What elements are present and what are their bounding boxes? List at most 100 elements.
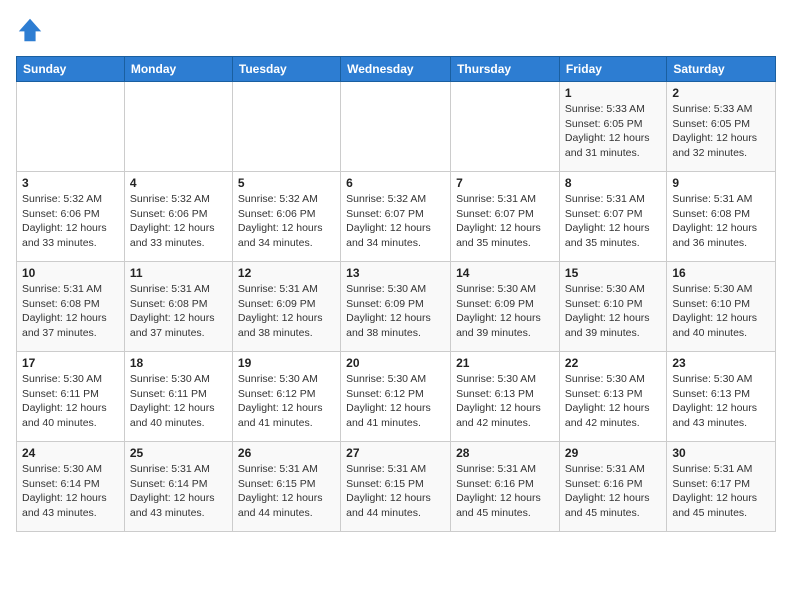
header-row: SundayMondayTuesdayWednesdayThursdayFrid…	[17, 57, 776, 82]
day-info: Sunrise: 5:30 AM Sunset: 6:09 PM Dayligh…	[346, 282, 445, 341]
day-info: Sunrise: 5:31 AM Sunset: 6:07 PM Dayligh…	[456, 192, 554, 251]
day-info: Sunrise: 5:30 AM Sunset: 6:11 PM Dayligh…	[22, 372, 119, 431]
day-cell: 13 Sunrise: 5:30 AM Sunset: 6:09 PM Dayli…	[341, 262, 451, 352]
week-row-4: 24 Sunrise: 5:30 AM Sunset: 6:14 PM Dayli…	[17, 442, 776, 532]
day-cell: 30 Sunrise: 5:31 AM Sunset: 6:17 PM Dayli…	[667, 442, 776, 532]
day-cell: 12Sunrise: 5:31 AM Sunset: 6:09 PM Dayli…	[232, 262, 340, 352]
day-number: 30	[672, 446, 770, 460]
day-info: Sunrise: 5:30 AM Sunset: 6:13 PM Dayligh…	[565, 372, 661, 431]
day-cell: 4Sunrise: 5:32 AM Sunset: 6:06 PM Daylig…	[124, 172, 232, 262]
day-number: 16	[672, 266, 770, 280]
day-cell: 29 Sunrise: 5:31 AM Sunset: 6:16 PM Dayli…	[559, 442, 666, 532]
day-cell	[341, 82, 451, 172]
logo-icon	[16, 16, 44, 44]
day-info: Sunrise: 5:31 AM Sunset: 6:14 PM Dayligh…	[130, 462, 227, 521]
header-tuesday: Tuesday	[232, 57, 340, 82]
day-info: Sunrise: 5:30 AM Sunset: 6:13 PM Dayligh…	[456, 372, 554, 431]
day-info: Sunrise: 5:31 AM Sunset: 6:15 PM Dayligh…	[346, 462, 445, 521]
day-info: Sunrise: 5:31 AM Sunset: 6:15 PM Dayligh…	[238, 462, 335, 521]
day-cell: 20 Sunrise: 5:30 AM Sunset: 6:12 PM Dayli…	[341, 352, 451, 442]
day-cell: 14 Sunrise: 5:30 AM Sunset: 6:09 PM Dayli…	[451, 262, 560, 352]
day-cell: 6 Sunrise: 5:32 AM Sunset: 6:07 PM Daylig…	[341, 172, 451, 262]
day-number: 22	[565, 356, 661, 370]
header-friday: Friday	[559, 57, 666, 82]
day-info: Sunrise: 5:31 AM Sunset: 6:17 PM Dayligh…	[672, 462, 770, 521]
day-cell	[124, 82, 232, 172]
day-info: Sunrise: 5:31 AM Sunset: 6:08 PM Dayligh…	[672, 192, 770, 251]
day-cell: 5 Sunrise: 5:32 AM Sunset: 6:06 PM Daylig…	[232, 172, 340, 262]
day-info: Sunrise: 5:30 AM Sunset: 6:12 PM Dayligh…	[346, 372, 445, 431]
day-cell: 11Sunrise: 5:31 AM Sunset: 6:08 PM Dayli…	[124, 262, 232, 352]
day-info: Sunrise: 5:30 AM Sunset: 6:10 PM Dayligh…	[672, 282, 770, 341]
day-number: 9	[672, 176, 770, 190]
header-sunday: Sunday	[17, 57, 125, 82]
day-number: 1	[565, 86, 661, 100]
day-info: Sunrise: 5:30 AM Sunset: 6:11 PM Dayligh…	[130, 372, 227, 431]
day-cell: 7 Sunrise: 5:31 AM Sunset: 6:07 PM Daylig…	[451, 172, 560, 262]
day-cell: 2 Sunrise: 5:33 AM Sunset: 6:05 PM Daylig…	[667, 82, 776, 172]
day-cell: 28Sunrise: 5:31 AM Sunset: 6:16 PM Dayli…	[451, 442, 560, 532]
logo	[16, 16, 48, 44]
header-saturday: Saturday	[667, 57, 776, 82]
day-cell: 19 Sunrise: 5:30 AM Sunset: 6:12 PM Dayli…	[232, 352, 340, 442]
day-number: 6	[346, 176, 445, 190]
day-cell: 15 Sunrise: 5:30 AM Sunset: 6:10 PM Dayli…	[559, 262, 666, 352]
day-info: Sunrise: 5:31 AM Sunset: 6:16 PM Dayligh…	[456, 462, 554, 521]
day-cell: 1 Sunrise: 5:33 AM Sunset: 6:05 PM Daylig…	[559, 82, 666, 172]
day-cell: 8Sunrise: 5:31 AM Sunset: 6:07 PM Daylig…	[559, 172, 666, 262]
day-number: 19	[238, 356, 335, 370]
day-number: 3	[22, 176, 119, 190]
week-row-1: 3 Sunrise: 5:32 AM Sunset: 6:06 PM Daylig…	[17, 172, 776, 262]
day-info: Sunrise: 5:31 AM Sunset: 6:09 PM Dayligh…	[238, 282, 335, 341]
day-number: 15	[565, 266, 661, 280]
day-cell	[451, 82, 560, 172]
day-cell: 24 Sunrise: 5:30 AM Sunset: 6:14 PM Dayli…	[17, 442, 125, 532]
day-info: Sunrise: 5:32 AM Sunset: 6:06 PM Dayligh…	[238, 192, 335, 251]
day-info: Sunrise: 5:30 AM Sunset: 6:09 PM Dayligh…	[456, 282, 554, 341]
day-number: 17	[22, 356, 119, 370]
day-info: Sunrise: 5:33 AM Sunset: 6:05 PM Dayligh…	[672, 102, 770, 161]
day-cell: 10 Sunrise: 5:31 AM Sunset: 6:08 PM Dayli…	[17, 262, 125, 352]
day-number: 13	[346, 266, 445, 280]
day-number: 26	[238, 446, 335, 460]
day-number: 7	[456, 176, 554, 190]
day-cell: 25 Sunrise: 5:31 AM Sunset: 6:14 PM Dayli…	[124, 442, 232, 532]
day-cell	[232, 82, 340, 172]
day-info: Sunrise: 5:31 AM Sunset: 6:07 PM Dayligh…	[565, 192, 661, 251]
day-info: Sunrise: 5:30 AM Sunset: 6:10 PM Dayligh…	[565, 282, 661, 341]
day-info: Sunrise: 5:30 AM Sunset: 6:14 PM Dayligh…	[22, 462, 119, 521]
day-number: 21	[456, 356, 554, 370]
day-number: 25	[130, 446, 227, 460]
page-header	[16, 16, 776, 44]
day-info: Sunrise: 5:32 AM Sunset: 6:07 PM Dayligh…	[346, 192, 445, 251]
week-row-2: 10 Sunrise: 5:31 AM Sunset: 6:08 PM Dayli…	[17, 262, 776, 352]
day-number: 29	[565, 446, 661, 460]
day-number: 18	[130, 356, 227, 370]
day-number: 10	[22, 266, 119, 280]
day-cell: 16 Sunrise: 5:30 AM Sunset: 6:10 PM Dayli…	[667, 262, 776, 352]
day-info: Sunrise: 5:31 AM Sunset: 6:08 PM Dayligh…	[22, 282, 119, 341]
day-info: Sunrise: 5:33 AM Sunset: 6:05 PM Dayligh…	[565, 102, 661, 161]
day-info: Sunrise: 5:30 AM Sunset: 6:12 PM Dayligh…	[238, 372, 335, 431]
day-info: Sunrise: 5:32 AM Sunset: 6:06 PM Dayligh…	[130, 192, 227, 251]
calendar-table: SundayMondayTuesdayWednesdayThursdayFrid…	[16, 56, 776, 532]
day-number: 5	[238, 176, 335, 190]
day-cell: 17 Sunrise: 5:30 AM Sunset: 6:11 PM Dayli…	[17, 352, 125, 442]
day-info: Sunrise: 5:31 AM Sunset: 6:16 PM Dayligh…	[565, 462, 661, 521]
day-number: 2	[672, 86, 770, 100]
header-monday: Monday	[124, 57, 232, 82]
day-number: 20	[346, 356, 445, 370]
week-row-3: 17 Sunrise: 5:30 AM Sunset: 6:11 PM Dayli…	[17, 352, 776, 442]
day-cell: 22 Sunrise: 5:30 AM Sunset: 6:13 PM Dayli…	[559, 352, 666, 442]
day-cell: 9 Sunrise: 5:31 AM Sunset: 6:08 PM Daylig…	[667, 172, 776, 262]
day-cell: 23Sunrise: 5:30 AM Sunset: 6:13 PM Dayli…	[667, 352, 776, 442]
day-number: 24	[22, 446, 119, 460]
header-thursday: Thursday	[451, 57, 560, 82]
day-cell	[17, 82, 125, 172]
day-cell: 26 Sunrise: 5:31 AM Sunset: 6:15 PM Dayli…	[232, 442, 340, 532]
day-number: 11	[130, 266, 227, 280]
day-number: 14	[456, 266, 554, 280]
week-row-0: 1 Sunrise: 5:33 AM Sunset: 6:05 PM Daylig…	[17, 82, 776, 172]
day-info: Sunrise: 5:32 AM Sunset: 6:06 PM Dayligh…	[22, 192, 119, 251]
day-number: 23	[672, 356, 770, 370]
